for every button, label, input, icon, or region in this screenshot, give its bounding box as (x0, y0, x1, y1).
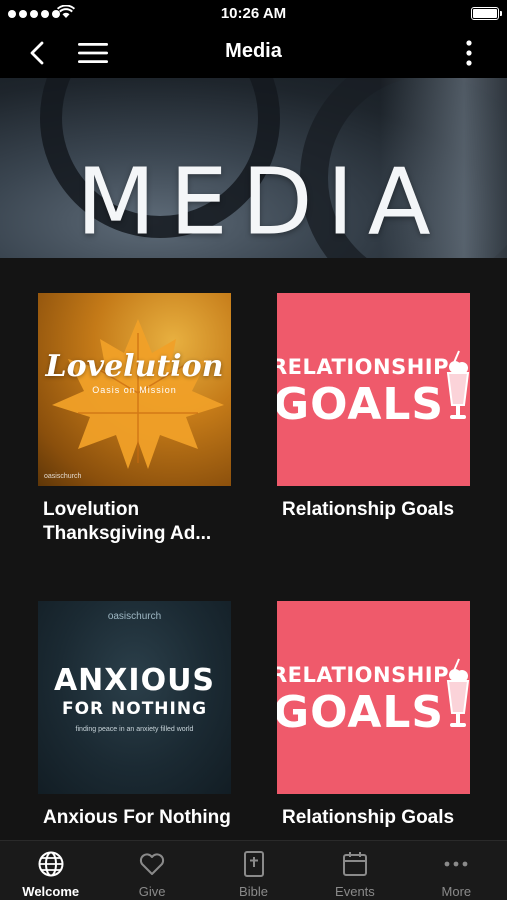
tab-welcome[interactable]: Welcome (0, 841, 101, 900)
navigation-bar: Media (0, 28, 507, 78)
artwork-line-2: FOR NOTHING (61, 699, 208, 719)
heart-icon (140, 853, 165, 875)
media-card-anxious-for-nothing[interactable]: oasischurch ANXIOUS FOR NOTHING finding … (38, 601, 231, 830)
status-bar: 10:26 AM (0, 0, 507, 28)
tab-events[interactable]: Events (304, 841, 405, 900)
media-thumbnail[interactable]: Lovelution Oasis on Mission oasischurch (38, 293, 231, 486)
artwork-line-1: ANXIOUS (53, 663, 216, 698)
page-title: Media (225, 40, 282, 62)
media-thumbnail[interactable]: RELATIONSHIP GOALS (277, 601, 470, 794)
tab-label: Welcome (22, 884, 80, 899)
milkshake-graphic (446, 350, 470, 419)
more-options-icon[interactable] (461, 39, 477, 67)
artwork-line-1: RELATIONSHIP (277, 663, 449, 687)
back-chevron-icon[interactable] (26, 40, 50, 66)
tab-label: More (441, 884, 472, 899)
tab-label: Give (138, 884, 166, 899)
artwork-line-1: RELATIONSHIP (277, 355, 449, 379)
tab-label: Events (335, 884, 375, 899)
media-card-lovelution[interactable]: Lovelution Oasis on Mission oasischurch … (38, 293, 231, 546)
battery-icon (471, 7, 502, 20)
media-card-label[interactable]: Relationship Goals (277, 498, 470, 522)
milkshake-graphic (446, 658, 470, 727)
media-card-relationship-goals[interactable]: RELATIONSHIP GOALS Relationship Goals (277, 601, 470, 830)
ellipsis-icon (444, 861, 468, 867)
media-card-relationship-goals[interactable]: RELATIONSHIP GOALS Relationship Goals (277, 293, 470, 522)
media-grid: Lovelution Oasis on Mission oasischurch … (0, 258, 507, 840)
artwork-brand: oasischurch (107, 611, 162, 622)
hero-banner: MEDIA (0, 78, 507, 258)
artwork-title: Lovelution (45, 349, 224, 384)
artwork-line-2: GOALS (277, 379, 445, 430)
artwork-brand: oasischurch (44, 473, 82, 480)
bible-icon (243, 851, 264, 877)
tab-more[interactable]: More (406, 841, 507, 900)
tab-bible[interactable]: Bible (203, 841, 304, 900)
tab-give[interactable]: Give (101, 841, 202, 900)
status-time: 10:26 AM (220, 5, 287, 22)
artwork-line-2: GOALS (277, 687, 445, 738)
media-card-label[interactable]: Relationship Goals (277, 806, 470, 830)
media-card-label[interactable]: Anxious For Nothing (38, 806, 231, 830)
calendar-icon (342, 852, 367, 876)
artwork-subtitle: Oasis on Mission (92, 385, 177, 395)
media-card-label[interactable]: Lovelution Thanksgiving Ad... (38, 498, 231, 546)
tab-label: Bible (239, 884, 268, 899)
artwork-tagline: finding peace in an anxiety filled world (75, 726, 194, 733)
media-thumbnail[interactable]: oasischurch ANXIOUS FOR NOTHING finding … (38, 601, 231, 794)
tab-bar: Welcome Give Bible Events More (0, 840, 507, 900)
globe-icon (38, 851, 64, 877)
hamburger-menu-icon[interactable] (78, 42, 108, 64)
hero-title: MEDIA (76, 148, 445, 256)
media-thumbnail[interactable]: RELATIONSHIP GOALS (277, 293, 470, 486)
